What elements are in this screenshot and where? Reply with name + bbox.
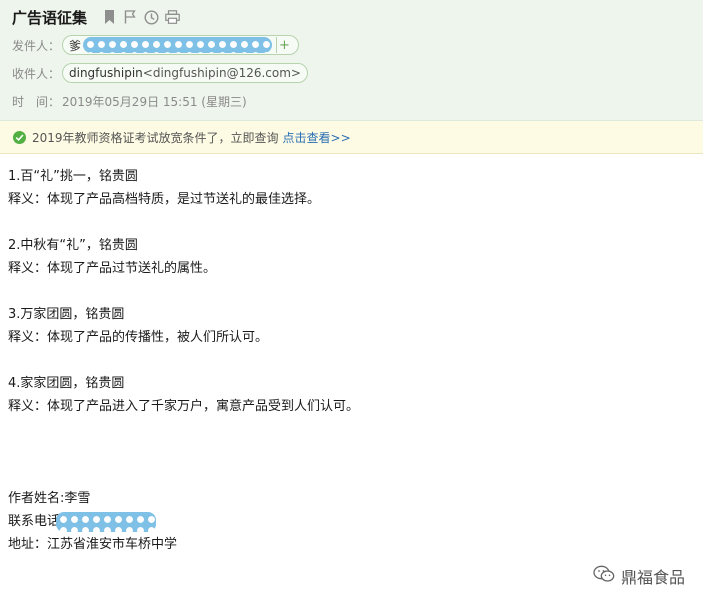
time-row: 时 间： 2019年05月29日 15:51 (星期三) — [12, 90, 247, 112]
add-contact-button[interactable]: + — [275, 37, 292, 53]
mail-subject: 广告语征集 — [12, 8, 88, 27]
subject-row: 广告语征集 — [12, 6, 185, 28]
redacted-sender — [83, 37, 272, 53]
watermark-text: 鼎福食品 — [620, 568, 685, 587]
time-value: 2019年05月29日 15:51 (星期三) — [62, 94, 247, 109]
recipient-address[interactable]: dingfushipin <dingfushipin@126.com> — [62, 63, 308, 83]
slogan-1-title: 1.百“礼”挑一，铭贵圆 — [8, 169, 138, 184]
redacted-phone — [56, 511, 157, 532]
check-icon — [13, 130, 26, 144]
sender-label: 发件人： — [12, 38, 61, 53]
sender-row: 发件人： 爹 + — [12, 34, 299, 56]
sender-prefix: 爹 — [69, 38, 82, 53]
print-icon[interactable] — [164, 9, 180, 25]
bookmark-icon[interactable] — [101, 9, 117, 25]
mail-header: 广告语征集 发件人： 爹 + 收件人： dingfushipin <dingfu… — [0, 0, 703, 121]
address: 地址：江苏省淮安市车桥中学 — [8, 537, 178, 552]
slogan-4-title: 4.家家团圆，铭贵圆 — [8, 376, 125, 391]
notice-text: 2019年教师资格证考试放宽条件了，立即查询 — [32, 130, 279, 145]
slogan-3-desc: 释义：体现了产品的传播性，被人们所认可。 — [8, 330, 269, 345]
slogan-4-desc: 释义：体现了产品进入了千家万户，寓意产品受到人们认可。 — [8, 399, 360, 414]
notice-link[interactable]: 点击查看>> — [283, 129, 351, 146]
contact-phone: 联系电话 — [8, 510, 688, 533]
slogan-2-title: 2.中秋有“礼”，铭贵圆 — [8, 238, 138, 253]
slogan-3-title: 3.万家团圆，铭贵圆 — [8, 307, 125, 322]
recipient-row: 收件人： dingfushipin <dingfushipin@126.com> — [12, 62, 308, 84]
slogan-2-desc: 释义：体现了产品过节送礼的属性。 — [8, 261, 217, 276]
author-name: 作者姓名:李雪 — [8, 491, 91, 506]
recipient-name: dingfushipin — [69, 66, 143, 80]
watermark: 鼎福食品 — [593, 564, 685, 588]
slogan-1-desc: 释义：体现了产品高档特质，是过节送礼的最佳选择。 — [8, 192, 321, 207]
time-label: 时 间： — [12, 94, 61, 109]
recipient-email: <dingfushipin@126.com> — [142, 66, 301, 80]
notice-bar: 2019年教师资格证考试放宽条件了，立即查询 点击查看>> — [0, 121, 703, 154]
wechat-icon — [593, 565, 615, 587]
recipient-label: 收件人： — [12, 66, 61, 81]
mail-body: 1.百“礼”挑一，铭贵圆 释义：体现了产品高档特质，是过节送礼的最佳选择。 2.… — [8, 165, 688, 556]
clock-icon[interactable] — [143, 9, 159, 25]
sender-address[interactable]: 爹 + — [62, 35, 299, 55]
phone-label: 联系电话 — [8, 514, 61, 529]
flag-icon[interactable] — [122, 9, 138, 25]
